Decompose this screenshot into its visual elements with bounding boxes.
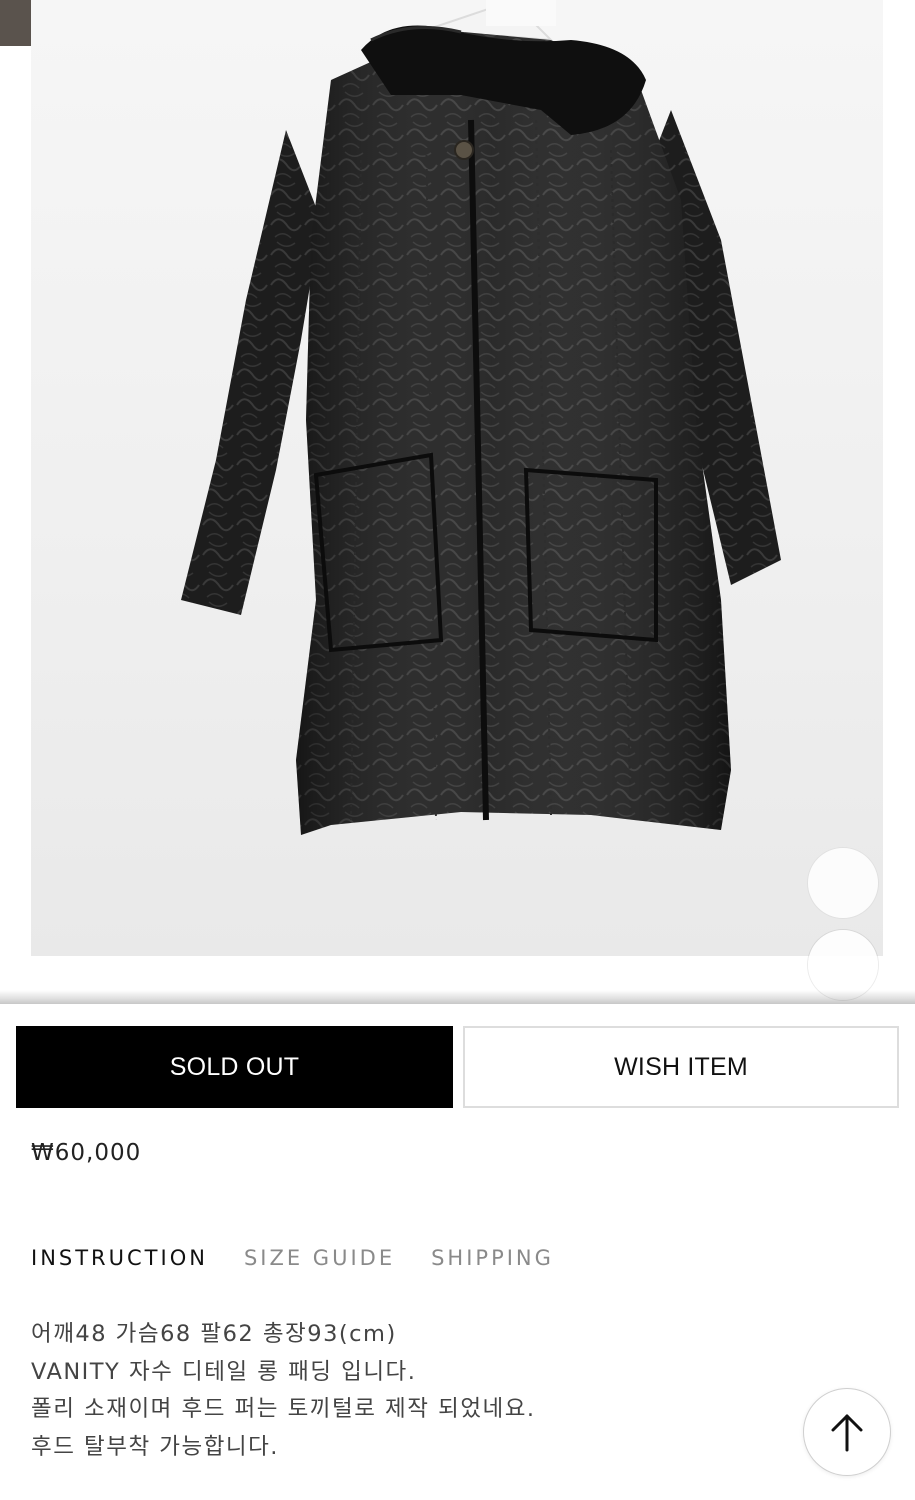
info-tabs: INSTRUCTION SIZE GUIDE SHIPPING xyxy=(31,1246,554,1270)
description-line: 후드 탈부착 가능합니다. xyxy=(31,1433,279,1460)
slide-indicator-1[interactable] xyxy=(808,848,878,918)
description-line: 어깨48 가슴68 팔62 총장93(cm) xyxy=(31,1321,397,1347)
arrow-up-icon xyxy=(831,1414,863,1452)
product-image[interactable] xyxy=(31,0,883,956)
description-line: VANITY 자수 디테일 롱 패딩 입니다. xyxy=(31,1358,417,1385)
sold-out-button[interactable]: SOLD OUT xyxy=(16,1026,453,1108)
scroll-to-top-button[interactable] xyxy=(803,1388,891,1476)
tab-size-guide[interactable]: SIZE GUIDE xyxy=(244,1246,395,1270)
coat-illustration xyxy=(181,0,781,835)
product-description: 어깨48 가슴68 팔62 총장93(cm) VANITY 자수 디테일 롱 패… xyxy=(31,1316,536,1466)
tab-instruction[interactable]: INSTRUCTION xyxy=(31,1246,208,1270)
section-divider xyxy=(0,990,915,1004)
tab-shipping[interactable]: SHIPPING xyxy=(431,1246,554,1270)
description-line: 폴리 소재이며 후드 퍼는 토끼털로 제작 되었네요. xyxy=(31,1396,536,1422)
product-price: ₩60,000 xyxy=(31,1140,142,1166)
wish-item-button[interactable]: WISH ITEM xyxy=(463,1026,899,1108)
